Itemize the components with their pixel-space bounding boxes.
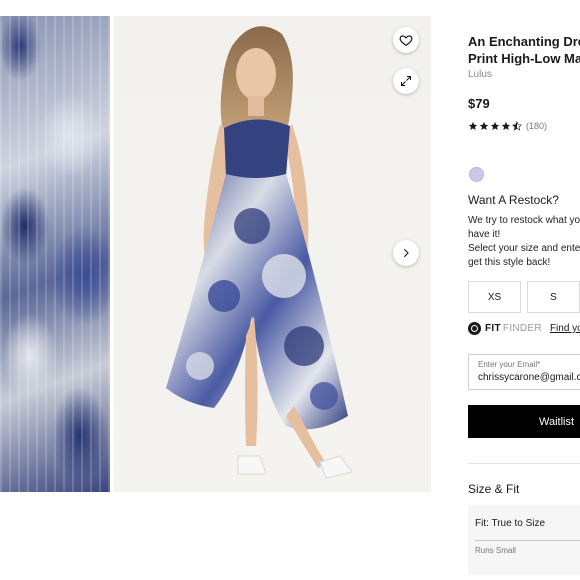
thumbnail-image-fabric[interactable] (0, 16, 110, 492)
chevron-right-icon (403, 248, 409, 258)
size-fit-heading[interactable]: Size & Fit (468, 482, 519, 496)
rating[interactable]: (180) (468, 121, 547, 131)
main-product-image[interactable] (114, 16, 431, 492)
restock-line: We try to restock what yo (468, 215, 580, 226)
restock-line: get this style back! (468, 257, 551, 268)
section-divider (468, 463, 580, 464)
fit-panel: Fit: True to Size Runs Small (468, 505, 580, 575)
color-swatch[interactable] (469, 167, 484, 182)
star-half-icon (512, 121, 522, 131)
fit-finder-brand-light: FINDER (502, 323, 542, 334)
fit-label: Fit: True to Size (475, 518, 546, 529)
product-title-line1: An Enchanting Dre (468, 34, 580, 49)
fit-finder-brand-bold: FIT (485, 323, 501, 334)
email-field-value[interactable]: chrissycarone@gmail.c (478, 372, 580, 383)
next-image-button[interactable] (393, 240, 419, 266)
waitlist-button-label: Waitlist (539, 415, 575, 428)
restock-title: Want A Restock? (468, 193, 559, 207)
star-full-icon (490, 121, 500, 130)
product-price: $79 (468, 96, 490, 111)
expand-image-button[interactable] (393, 68, 419, 94)
restock-line: Select your size and ente (468, 243, 580, 254)
email-field-label: Enter your Email* (478, 360, 541, 369)
fit-scale-label: Runs Small (475, 546, 516, 555)
fit-finder-logo-icon (468, 322, 481, 335)
fit-finder: FIT FINDER Find your (468, 322, 580, 335)
size-option-s[interactable]: S (527, 281, 580, 313)
find-your-size-link[interactable]: Find your (550, 323, 580, 334)
star-full-icon (501, 121, 511, 130)
model-illustration (166, 26, 353, 479)
fit-scale-line (475, 540, 580, 541)
size-option-xs[interactable]: XS (468, 281, 521, 313)
star-full-icon (479, 121, 489, 130)
review-count[interactable]: (180) (526, 121, 547, 131)
email-field[interactable]: Enter your Email* chrissycarone@gmail.c (468, 354, 580, 390)
brand-name[interactable]: Lulus (468, 69, 492, 80)
expand-icon (401, 76, 411, 86)
favorite-button[interactable] (393, 27, 419, 53)
product-title-line2: Print High-Low Max (468, 51, 580, 66)
heart-icon (399, 35, 413, 46)
restock-line: have it! (468, 229, 501, 240)
waitlist-button[interactable]: Waitlist (468, 405, 580, 438)
star-full-icon (468, 121, 478, 130)
product-title: An Enchanting Dre Print High-Low Max (468, 33, 580, 67)
restock-description: We try to restock what yo have it! Selec… (468, 214, 580, 270)
